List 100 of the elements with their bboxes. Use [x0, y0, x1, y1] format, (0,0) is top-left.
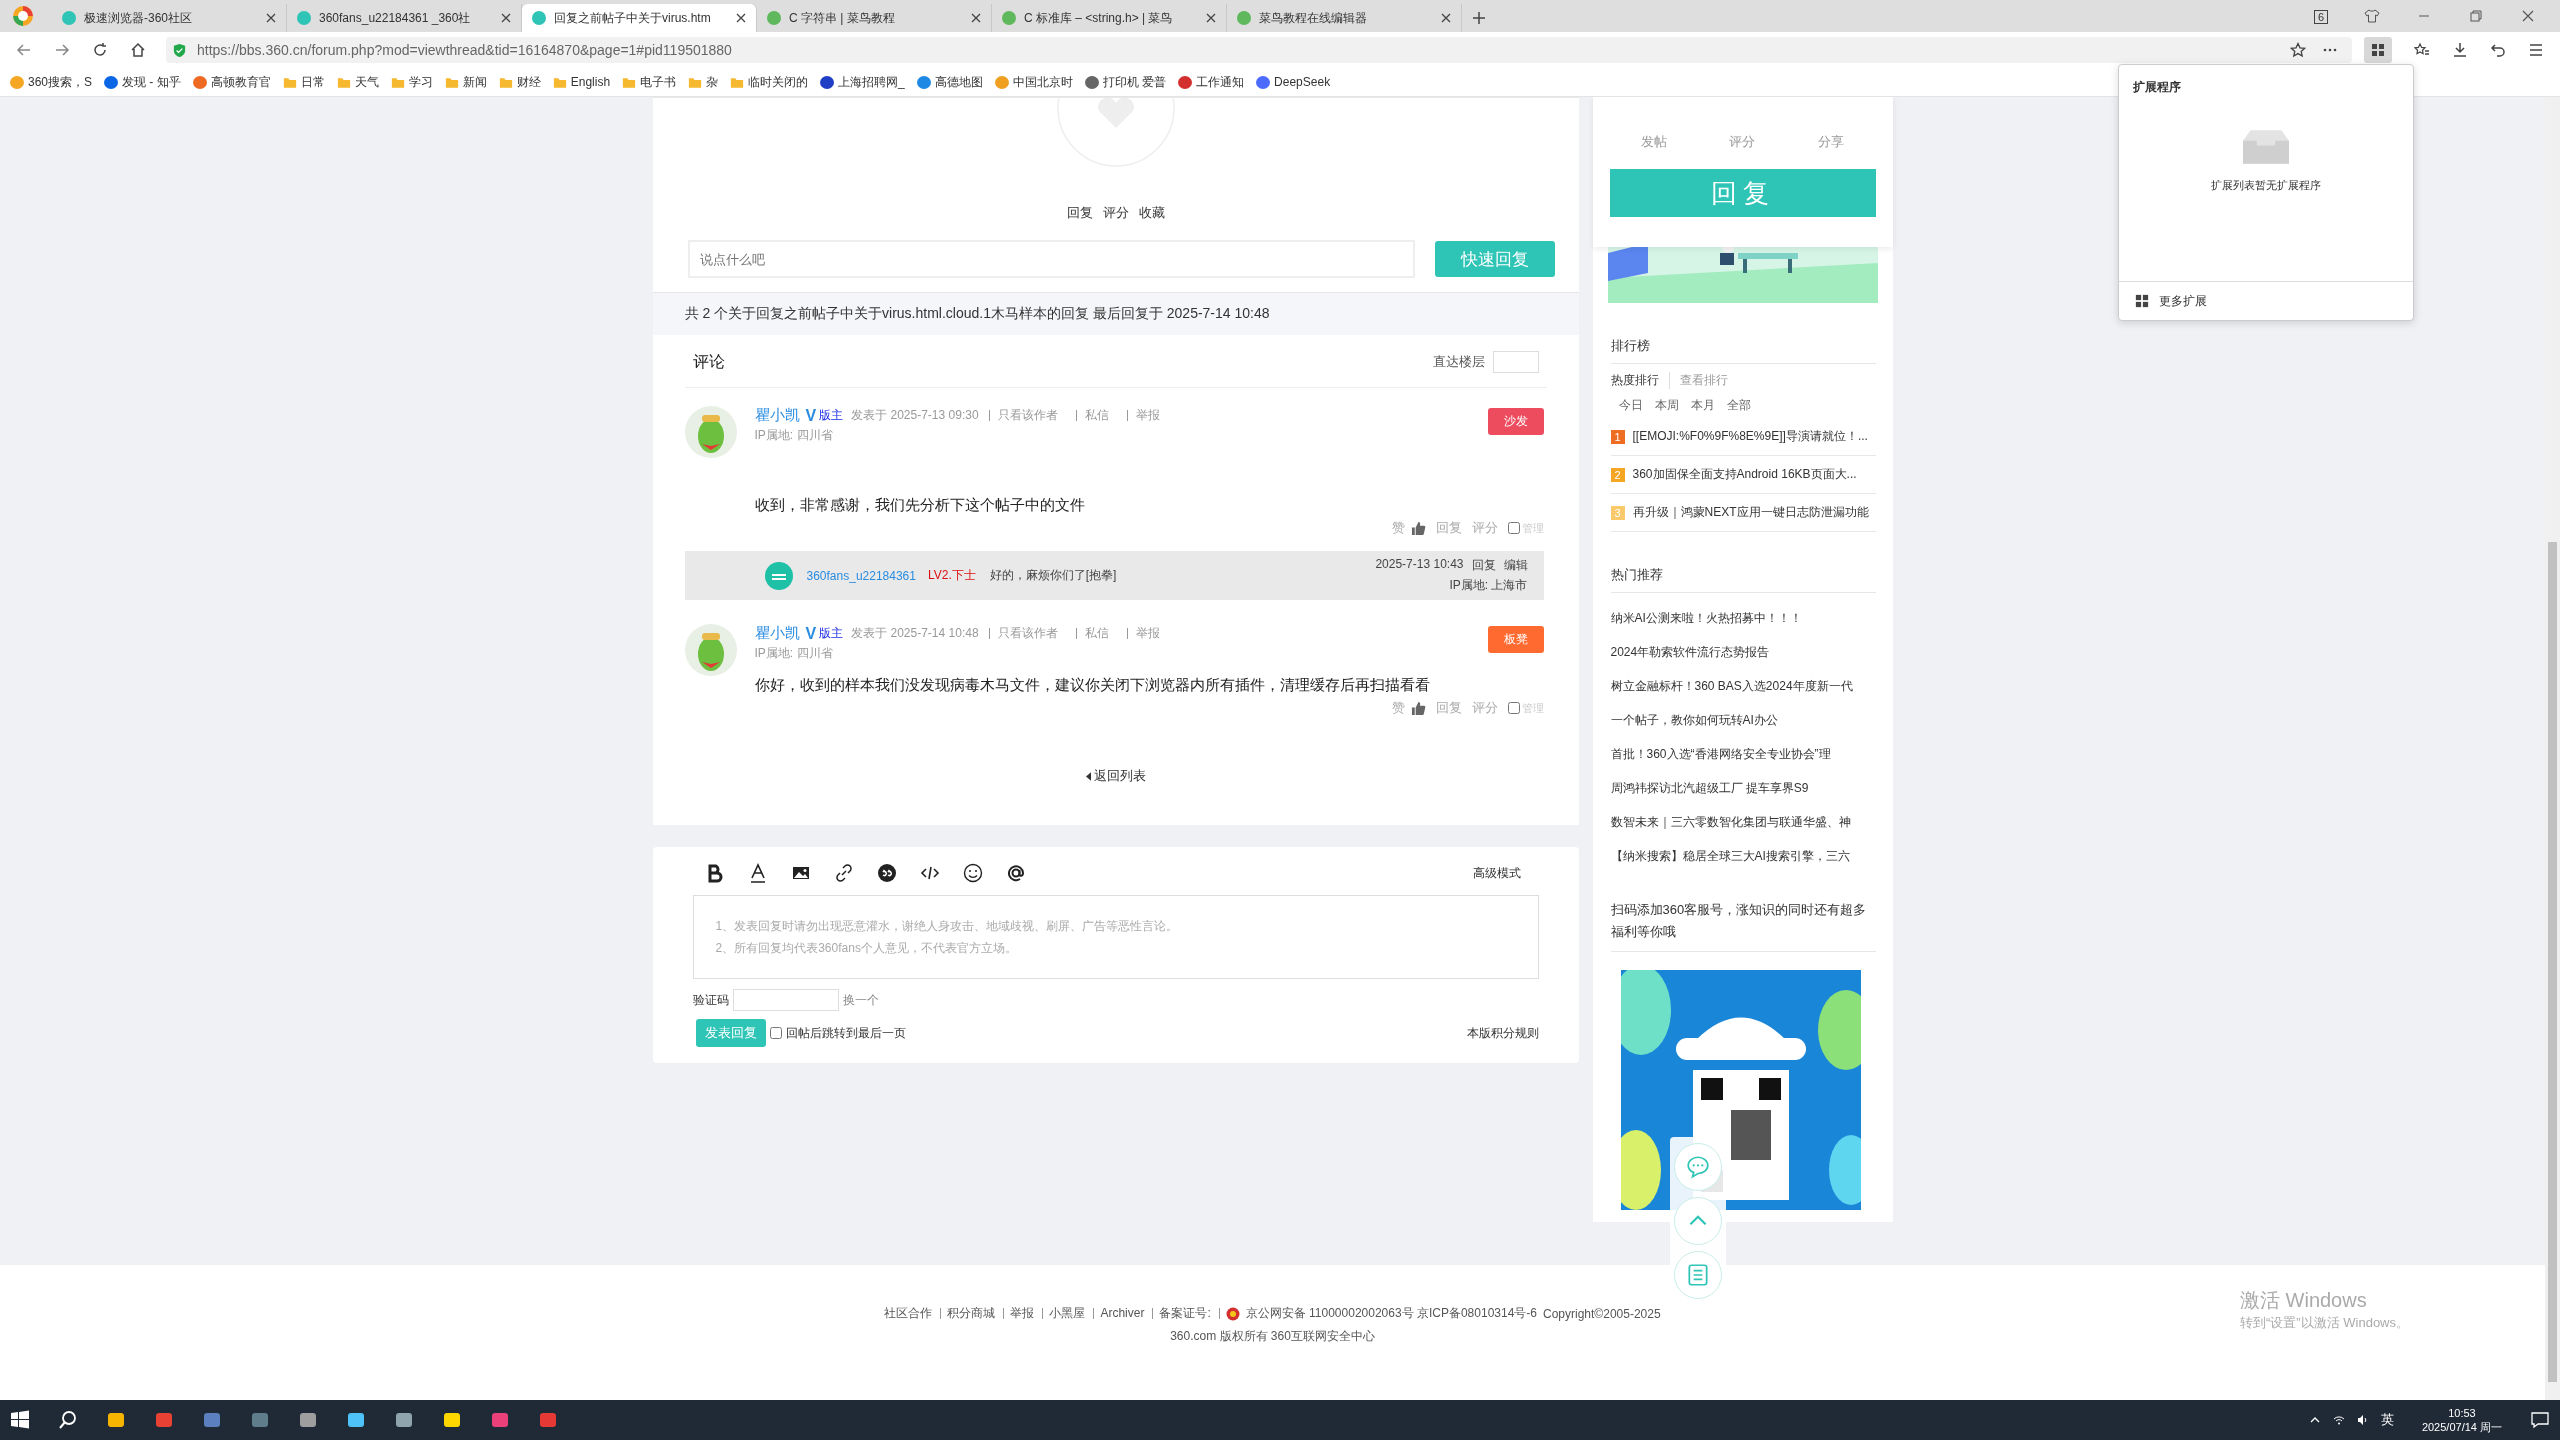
post-action-link[interactable]: 回复	[1066, 204, 1093, 222]
forward-icon[interactable]	[54, 42, 70, 58]
bookmark[interactable]: 上海招聘网_	[820, 73, 905, 91]
bookmark[interactable]: 天气	[336, 73, 379, 91]
restore-icon[interactable]	[2468, 8, 2484, 24]
advanced-mode-link[interactable]: 高级模式	[1472, 864, 1521, 882]
close-icon[interactable]	[266, 13, 276, 23]
back-icon[interactable]	[16, 42, 32, 58]
bookmark[interactable]: DeepSeek	[1256, 75, 1331, 89]
home-icon[interactable]	[130, 42, 146, 58]
close-icon[interactable]	[501, 13, 511, 23]
scrollbar[interactable]	[2545, 97, 2560, 1400]
back-to-list-link[interactable]: 返回列表	[1085, 767, 1146, 785]
captcha-field[interactable]	[732, 989, 839, 1011]
extensions-button[interactable]	[2364, 37, 2392, 63]
thumbs-up-icon[interactable]	[1410, 520, 1426, 536]
new-tab-icon[interactable]	[1472, 11, 1486, 25]
recommended-post-link[interactable]: 一个帖子，教你如何玩转AI办公	[1610, 712, 1876, 729]
ranking-item-link[interactable]: 360加固保全面支持Android 16KB页面大...	[1632, 466, 1857, 483]
bookmark[interactable]: English	[552, 75, 611, 89]
footer-link[interactable]: 社区合作	[884, 1308, 942, 1319]
speaker-icon[interactable]	[2356, 1414, 2369, 1426]
recommended-post-link[interactable]: 首批！360入选“香港网络安全专业协会”理	[1610, 746, 1876, 763]
bookmark[interactable]: 发现 - 知乎	[104, 73, 181, 91]
bookmark[interactable]: 打印机 爱普	[1084, 73, 1167, 91]
author-name[interactable]: 瞿小凯	[754, 624, 800, 643]
reply-action-link[interactable]: 编辑	[1503, 557, 1528, 574]
favorites-icon[interactable]	[2414, 42, 2430, 58]
close-icon[interactable]	[736, 13, 746, 23]
shirt-icon[interactable]	[2364, 8, 2380, 24]
manage-checkbox[interactable]	[1507, 702, 1520, 714]
bookmark[interactable]: 高顿教育官	[192, 73, 271, 91]
clock[interactable]: 10:53 2025/07/14 周一	[2421, 1406, 2502, 1434]
period-tab[interactable]: 全部	[1726, 397, 1751, 414]
post-action-link[interactable]: 收藏	[1138, 204, 1165, 222]
bookmark[interactable]: 财经	[498, 73, 541, 91]
comments-title: 评论	[692, 351, 725, 372]
floor-input-field[interactable]	[1492, 351, 1539, 373]
notification-icon[interactable]	[2530, 1410, 2550, 1430]
input-method-indicator[interactable]: 英	[2380, 1411, 2394, 1429]
bookmark[interactable]: 新闻	[444, 73, 487, 91]
bookmark[interactable]: 日常	[282, 73, 325, 91]
close-icon[interactable]	[1441, 13, 1451, 23]
points-rules-link[interactable]: 本版积分规则	[1466, 1024, 1539, 1042]
link-icon[interactable]	[833, 863, 854, 883]
refresh-icon[interactable]	[92, 42, 108, 58]
thumbs-up-icon[interactable]	[1410, 700, 1426, 716]
address-bar[interactable]: https://bbs.360.cn/forum.php?mod=viewthread&tid=16164870&page=1#pid119501880	[166, 37, 2352, 63]
ranking-mode-tab[interactable]: 热度排行	[1610, 372, 1670, 389]
footer-link[interactable]: Archiver	[1100, 1308, 1154, 1319]
browser-tab[interactable]: 回复之前帖子中关于virus.htm	[522, 4, 757, 32]
footer-link[interactable]: 小黑屋	[1049, 1308, 1095, 1319]
tab-count[interactable]: 6	[2313, 10, 2328, 24]
recommended-post-link[interactable]: 纳米AI公测来啦！火热招募中！！！	[1610, 610, 1876, 627]
quick-reply-field[interactable]: 说点什么吧	[687, 240, 1415, 278]
menu-icon[interactable]	[2528, 42, 2544, 58]
bookmark[interactable]: 中国北京时	[994, 73, 1073, 91]
mention-icon[interactable]	[1005, 863, 1026, 883]
bookmark[interactable]: 高德地图	[916, 73, 983, 91]
icp-link[interactable]: 京公网安备 11000002002063号 京ICP备08010314号-6	[1245, 1305, 1537, 1322]
close-icon[interactable]	[971, 13, 981, 23]
footer-link[interactable]: 积分商城	[947, 1308, 1005, 1319]
recommended-post-link[interactable]: 【纳米搜索】稳居全球三大AI搜索引擎，三六	[1610, 848, 1876, 865]
post-action-link[interactable]: 评分	[1102, 204, 1129, 222]
recommended-post-link[interactable]: 周鸿祎探访北汽超级工厂 提车享界S9	[1610, 780, 1876, 797]
bookmark[interactable]: 临时关闭的	[730, 73, 809, 91]
bookmark[interactable]: 工作通知	[1178, 73, 1245, 91]
undo-icon[interactable]	[2490, 42, 2506, 58]
bookmark[interactable]: 学习	[390, 73, 433, 91]
bookmark[interactable]: 杂	[688, 73, 719, 91]
ranking-item-link[interactable]: [[EMOJI:%F0%9F%8E%9E]]导演请就位！...	[1632, 428, 1868, 445]
recommended-post-link[interactable]: 2024年勒索软件流行态势报告	[1610, 644, 1876, 661]
footer-link[interactable]: 举报	[1010, 1308, 1044, 1319]
bookmark[interactable]: 电子书	[622, 73, 677, 91]
emoji-icon[interactable]	[962, 863, 983, 883]
reply-action-link[interactable]: 回复	[1471, 557, 1496, 574]
windows-start-icon[interactable]	[10, 1410, 30, 1430]
ranking-item-link[interactable]: 再升级｜鸿蒙NEXT应用一键日志防泄漏功能	[1632, 504, 1869, 521]
jump-last-checkbox[interactable]	[769, 1027, 782, 1039]
manage-checkbox[interactable]	[1507, 522, 1520, 534]
recommended-post-link[interactable]: 树立金融标杆！360 BAS入选2024年度新一代	[1610, 678, 1876, 695]
more-extensions-item[interactable]: 更多扩展	[2119, 281, 2413, 320]
author-name[interactable]: 瞿小凯	[754, 406, 800, 425]
wifi-icon[interactable]	[2332, 1414, 2345, 1426]
period-tab[interactable]: 本月	[1690, 397, 1715, 414]
change-captcha-link[interactable]: 换一个	[842, 991, 879, 1009]
comment-text: 收到，非常感谢，我们先分析下这个帖子中的文件	[754, 496, 1086, 515]
close-icon[interactable]	[2520, 8, 2536, 24]
search-icon[interactable]	[58, 1410, 78, 1430]
recommended-post-link[interactable]: 数智未来｜三六零数智化集团与联通华盛、神	[1610, 814, 1876, 831]
close-icon[interactable]	[1206, 13, 1216, 23]
download-icon[interactable]	[2452, 42, 2468, 58]
captcha-label: 验证码	[692, 991, 729, 1009]
bookmark[interactable]: 360搜索，S	[10, 73, 93, 91]
list-icon	[1685, 1262, 1711, 1288]
jump-floor-label: 直达楼层	[1432, 353, 1485, 371]
star-icon[interactable]	[2290, 42, 2306, 58]
period-tab[interactable]: 本周	[1654, 397, 1679, 414]
quote-icon[interactable]	[876, 863, 897, 883]
period-tab[interactable]: 今日	[1618, 397, 1643, 414]
